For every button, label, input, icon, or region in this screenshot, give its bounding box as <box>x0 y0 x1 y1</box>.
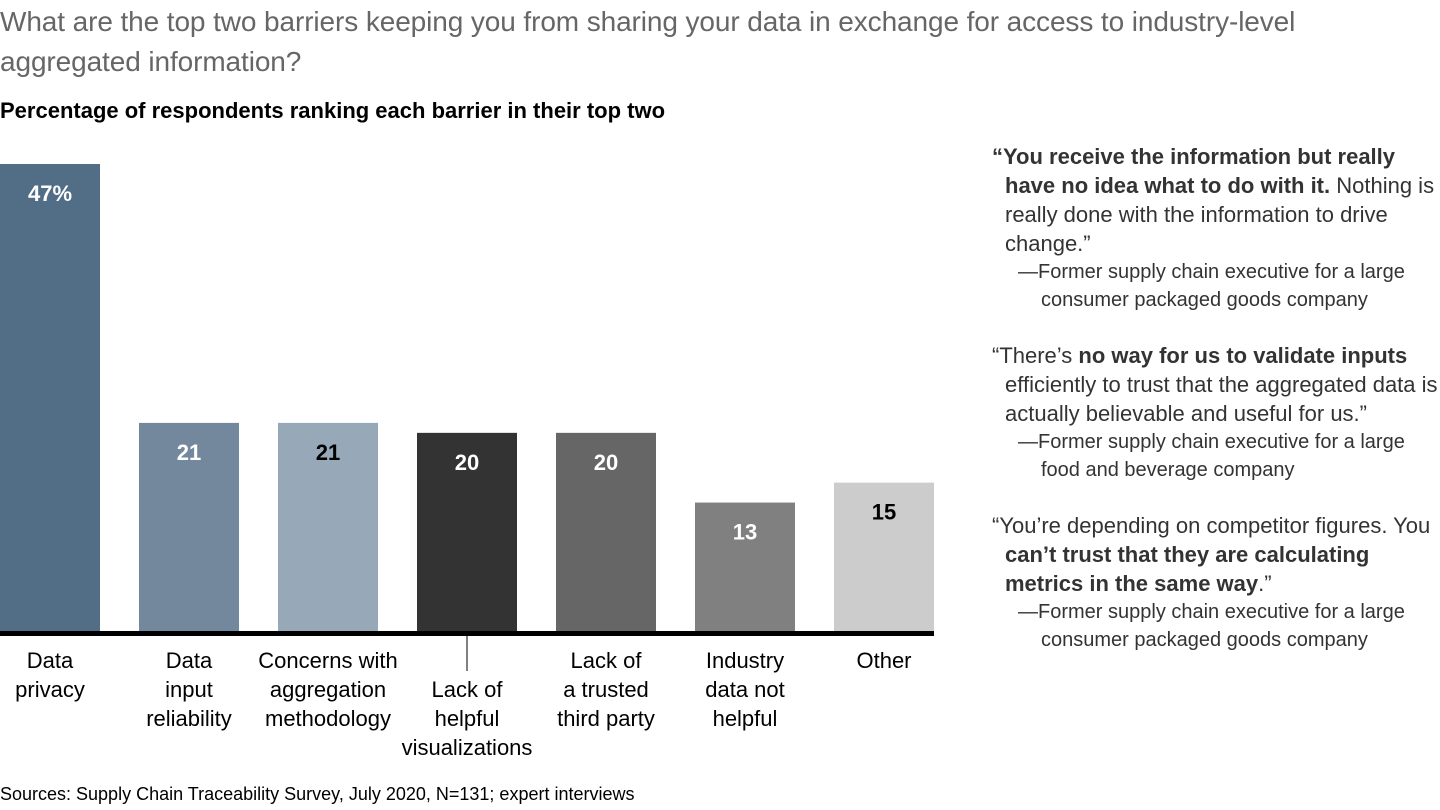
category-label: Lack of a trusted third party <box>557 648 655 731</box>
bar <box>0 164 100 632</box>
quote-1: “You receive the information but really … <box>992 142 1440 314</box>
quote-text: “You’re depending on competitor figures.… <box>992 511 1440 598</box>
chart-question-title: What are the top two barriers keeping yo… <box>0 6 1296 77</box>
bar-value-label: 13 <box>733 520 757 545</box>
category-label: Data privacy <box>15 648 85 702</box>
quote-regular-part: “You’re depending on competitor figures.… <box>992 513 1431 538</box>
quote-bold-part: no way for us to validate inputs <box>1078 343 1408 368</box>
category-label: Industry data not helpful <box>705 648 785 731</box>
category-label: Concerns with aggregation methodology <box>258 648 397 731</box>
quote-regular-part: efficiently to trust that the aggregated… <box>1005 372 1438 426</box>
category-label: Lack of helpful visualizations <box>402 677 533 760</box>
chart-subtitle: Percentage of respondents ranking each b… <box>0 98 666 123</box>
quotes-panel: “You receive the information but really … <box>992 142 1440 681</box>
quote-2: “There’s no way for us to validate input… <box>992 341 1440 484</box>
bar-value-label: 20 <box>594 450 618 475</box>
x-axis-line <box>0 631 934 636</box>
quote-attribution: —Former supply chain executive for a lar… <box>1018 601 1405 651</box>
quote-regular-part: “There’s <box>992 343 1079 368</box>
bar-value-label: 21 <box>316 440 340 465</box>
quote-text: “There’s no way for us to validate input… <box>992 341 1440 428</box>
bar-chart: 47% Data privacy 21 Data input reliability 21 Co… <box>0 164 934 760</box>
quote-bold-part: can’t trust that they are calculating me… <box>1005 542 1370 596</box>
quote-3: “You’re depending on competitor figures.… <box>992 511 1440 654</box>
quote-regular-part: .” <box>1258 571 1272 596</box>
category-label: Data input reliability <box>146 648 232 731</box>
bar-value-label: 21 <box>177 440 201 465</box>
quote-text: “You receive the information but really … <box>992 142 1440 258</box>
quote-attribution: —Former supply chain executive for a lar… <box>1018 261 1405 311</box>
quote-attribution: —Former supply chain executive for a lar… <box>1018 431 1405 481</box>
category-label: Other <box>856 648 911 673</box>
source-note: Sources: Supply Chain Traceability Surve… <box>0 784 635 804</box>
bar-value-label: 20 <box>455 450 479 475</box>
bar-value-label: 47% <box>28 181 72 206</box>
bar-value-label: 15 <box>872 500 896 525</box>
